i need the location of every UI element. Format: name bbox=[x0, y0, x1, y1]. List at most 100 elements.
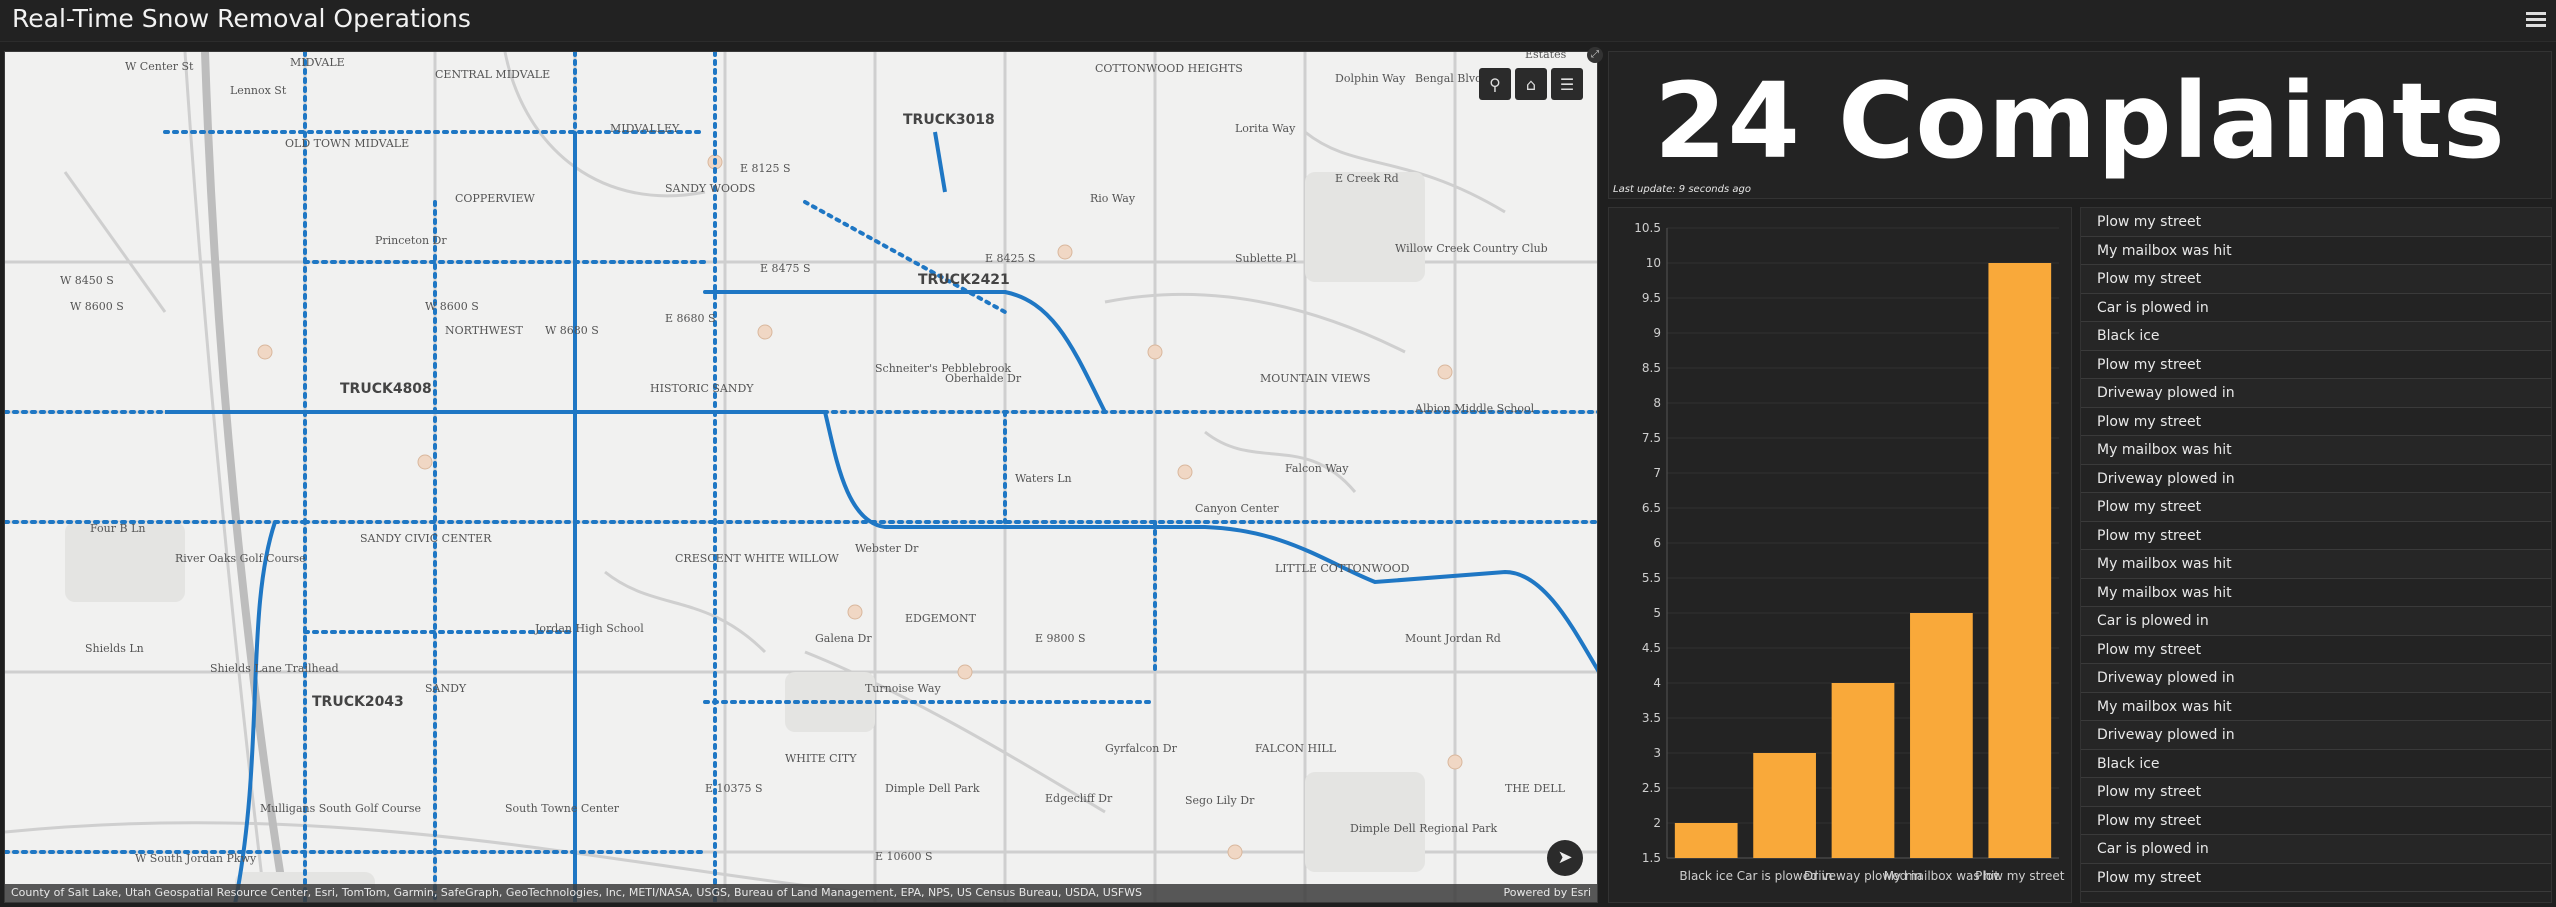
y-tick-label: 9 bbox=[1653, 326, 1661, 340]
map-label: COTTONWOOD HEIGHTS bbox=[1095, 62, 1243, 75]
app-header: Real-Time Snow Removal Operations bbox=[0, 0, 2556, 42]
truck-label[interactable]: TRUCK2043 bbox=[312, 694, 404, 710]
complaints-list[interactable]: Plow my street My mailbox was hit Plow my … bbox=[2080, 207, 2552, 903]
bar-black-ice[interactable] bbox=[1674, 823, 1738, 858]
complaint-list-item[interactable]: Plow my street bbox=[2081, 208, 2551, 237]
map-label: FALCON HILL bbox=[1255, 742, 1337, 755]
complaint-list-item[interactable]: Car is plowed in bbox=[2081, 293, 2551, 322]
bar-plow-my-street[interactable] bbox=[1988, 263, 2052, 858]
home-icon[interactable]: ⌂ bbox=[1515, 68, 1547, 100]
map-label: E 10375 S bbox=[705, 782, 763, 795]
map-label: W 8450 S bbox=[60, 274, 114, 287]
map-label: EDGEMONT bbox=[905, 612, 977, 625]
map-label: W Center St bbox=[125, 60, 194, 73]
map-label: E 8125 S bbox=[740, 162, 791, 175]
map-label: MIDVALE bbox=[290, 56, 345, 69]
complaint-list-item[interactable]: My mailbox was hit bbox=[2081, 236, 2551, 265]
complaint-list-item[interactable]: Plow my street bbox=[2081, 407, 2551, 436]
y-tick-label: 3 bbox=[1653, 746, 1661, 760]
map-view[interactable]: W Center St MIDVALE CENTRAL MIDVALE Lennox … bbox=[4, 51, 1598, 903]
map-label: Falcon Way bbox=[1285, 462, 1349, 475]
complaint-list-item[interactable]: My mailbox was hit bbox=[2081, 436, 2551, 465]
bar-my-mailbox-was-hit[interactable] bbox=[1910, 613, 1973, 858]
truck-label[interactable]: TRUCK2421 bbox=[918, 272, 1010, 288]
complaint-list-item[interactable]: Plow my street bbox=[2081, 635, 2551, 664]
complaint-list-item[interactable]: Plow my street bbox=[2081, 493, 2551, 522]
expand-icon[interactable]: ⤢ bbox=[1587, 47, 1603, 63]
map-label: Oberhalde Dr bbox=[945, 372, 1022, 385]
truck-label[interactable]: TRUCK3018 bbox=[903, 112, 995, 128]
map-label: Lennox St bbox=[230, 84, 287, 97]
complaint-list-item[interactable]: Driveway plowed in bbox=[2081, 464, 2551, 493]
map-label: W South Jordan Pkwy bbox=[135, 852, 257, 865]
map-label: E 8475 S bbox=[760, 262, 811, 275]
complaint-list-item[interactable]: Driveway plowed in bbox=[2081, 664, 2551, 693]
complaint-list-item[interactable]: My mailbox was hit bbox=[2081, 692, 2551, 721]
map-label: COPPERVIEW bbox=[455, 192, 535, 205]
complaint-list-item[interactable]: Plow my street bbox=[2081, 778, 2551, 807]
map-label: SANDY WOODS bbox=[665, 182, 755, 195]
complaint-list-item[interactable]: Black ice bbox=[2081, 322, 2551, 351]
map-label: Four B Ln bbox=[90, 522, 145, 535]
truck-label[interactable]: TRUCK4808 bbox=[340, 381, 432, 397]
map-label: SANDY CIVIC CENTER bbox=[360, 532, 492, 545]
map-label: THE DELL bbox=[1505, 782, 1566, 795]
map-label: CRESCENT WHITE WILLOW bbox=[675, 552, 840, 565]
map-label: OLD TOWN MIDVALE bbox=[285, 137, 409, 150]
y-tick-label: 2 bbox=[1653, 816, 1661, 830]
complaint-list-item[interactable]: My mailbox was hit bbox=[2081, 550, 2551, 579]
map-label: Dimple Dell Park bbox=[885, 782, 980, 795]
y-tick-label: 2.5 bbox=[1642, 781, 1661, 795]
map-label: River Oaks Golf Course bbox=[175, 552, 306, 565]
map-label: Sublette Pl bbox=[1235, 252, 1297, 265]
y-tick-label: 10 bbox=[1646, 256, 1661, 270]
map-label: CENTRAL MIDVALE bbox=[435, 68, 550, 81]
search-icon[interactable]: ⚲ bbox=[1479, 68, 1511, 100]
complaint-list-item[interactable]: Plow my street bbox=[2081, 350, 2551, 379]
map-label: Dimple Dell Regional Park bbox=[1350, 822, 1498, 835]
map-widget-bar: ⚲ ⌂ ☰ bbox=[1479, 68, 1583, 100]
complaint-list-item[interactable]: Plow my street bbox=[2081, 521, 2551, 550]
bar-car-is-plowed-in[interactable] bbox=[1753, 753, 1816, 858]
complaint-list-item[interactable]: Driveway plowed in bbox=[2081, 721, 2551, 750]
powered-by-esri[interactable]: Powered by Esri bbox=[1503, 886, 1591, 899]
map-label: W 8680 S bbox=[545, 324, 599, 337]
map-label: Shields Ln bbox=[85, 642, 144, 655]
map-label: Turnoise Way bbox=[865, 682, 941, 695]
y-tick-label: 4.5 bbox=[1642, 641, 1661, 655]
complaint-list-item[interactable]: Car is plowed in bbox=[2081, 835, 2551, 864]
y-tick-label: 8 bbox=[1653, 396, 1661, 410]
complaint-list-item[interactable]: My mailbox was hit bbox=[2081, 578, 2551, 607]
map-label: South Towne Center bbox=[505, 802, 620, 815]
complaint-list-item[interactable]: Driveway plowed in bbox=[2081, 379, 2551, 408]
complaints-indicator: 24 Complaints Last update: 9 seconds ago bbox=[1608, 51, 2552, 199]
complaint-list-item[interactable]: Black ice bbox=[2081, 749, 2551, 778]
complaint-list-item[interactable]: Car is plowed in bbox=[2081, 607, 2551, 636]
map-attribution: County of Salt Lake, Utah Geospatial Res… bbox=[5, 884, 1597, 902]
hamburger-menu-icon[interactable] bbox=[2526, 9, 2546, 31]
map-label: Lorita Way bbox=[1235, 122, 1296, 135]
map-label: Webster Dr bbox=[855, 542, 919, 555]
bar-driveway-plowed-in[interactable] bbox=[1831, 683, 1895, 858]
complaint-list-item[interactable]: Plow my street bbox=[2081, 806, 2551, 835]
map-label: E 8425 S bbox=[985, 252, 1036, 265]
map-canvas[interactable]: W Center St MIDVALE CENTRAL MIDVALE Lennox … bbox=[5, 52, 1598, 903]
complaint-list-item[interactable]: Plow my street bbox=[2081, 863, 2551, 892]
complaint-list-item[interactable]: Plow my street bbox=[2081, 265, 2551, 294]
app-title: Real-Time Snow Removal Operations bbox=[12, 4, 471, 33]
map-label: Bengal Blvd bbox=[1415, 72, 1482, 85]
map-label: Dolphin Way bbox=[1335, 72, 1406, 85]
map-label: E 9800 S bbox=[1035, 632, 1086, 645]
y-tick-label: 5.5 bbox=[1642, 571, 1661, 585]
complaints-bar-chart: 10.5 10 9.5 9 8.5 8 7.5 7 6.5 6 5.5 5 4.5 4 3.5 3 2.5 2 1.… bbox=[1608, 207, 2072, 903]
y-tick-label: 4 bbox=[1653, 676, 1661, 690]
y-tick-label: 9.5 bbox=[1642, 291, 1661, 305]
legend-list-icon[interactable]: ☰ bbox=[1551, 68, 1583, 100]
map-label: Edgecliff Dr bbox=[1045, 792, 1113, 805]
map-label: E Creek Rd bbox=[1335, 172, 1399, 185]
map-label: Albion Middle School bbox=[1414, 402, 1535, 415]
compass-icon[interactable]: ➤ bbox=[1547, 840, 1583, 876]
map-label: MIDVALLEY bbox=[610, 122, 680, 135]
y-tick-label: 6 bbox=[1653, 536, 1661, 550]
map-label: SANDY bbox=[425, 682, 467, 695]
